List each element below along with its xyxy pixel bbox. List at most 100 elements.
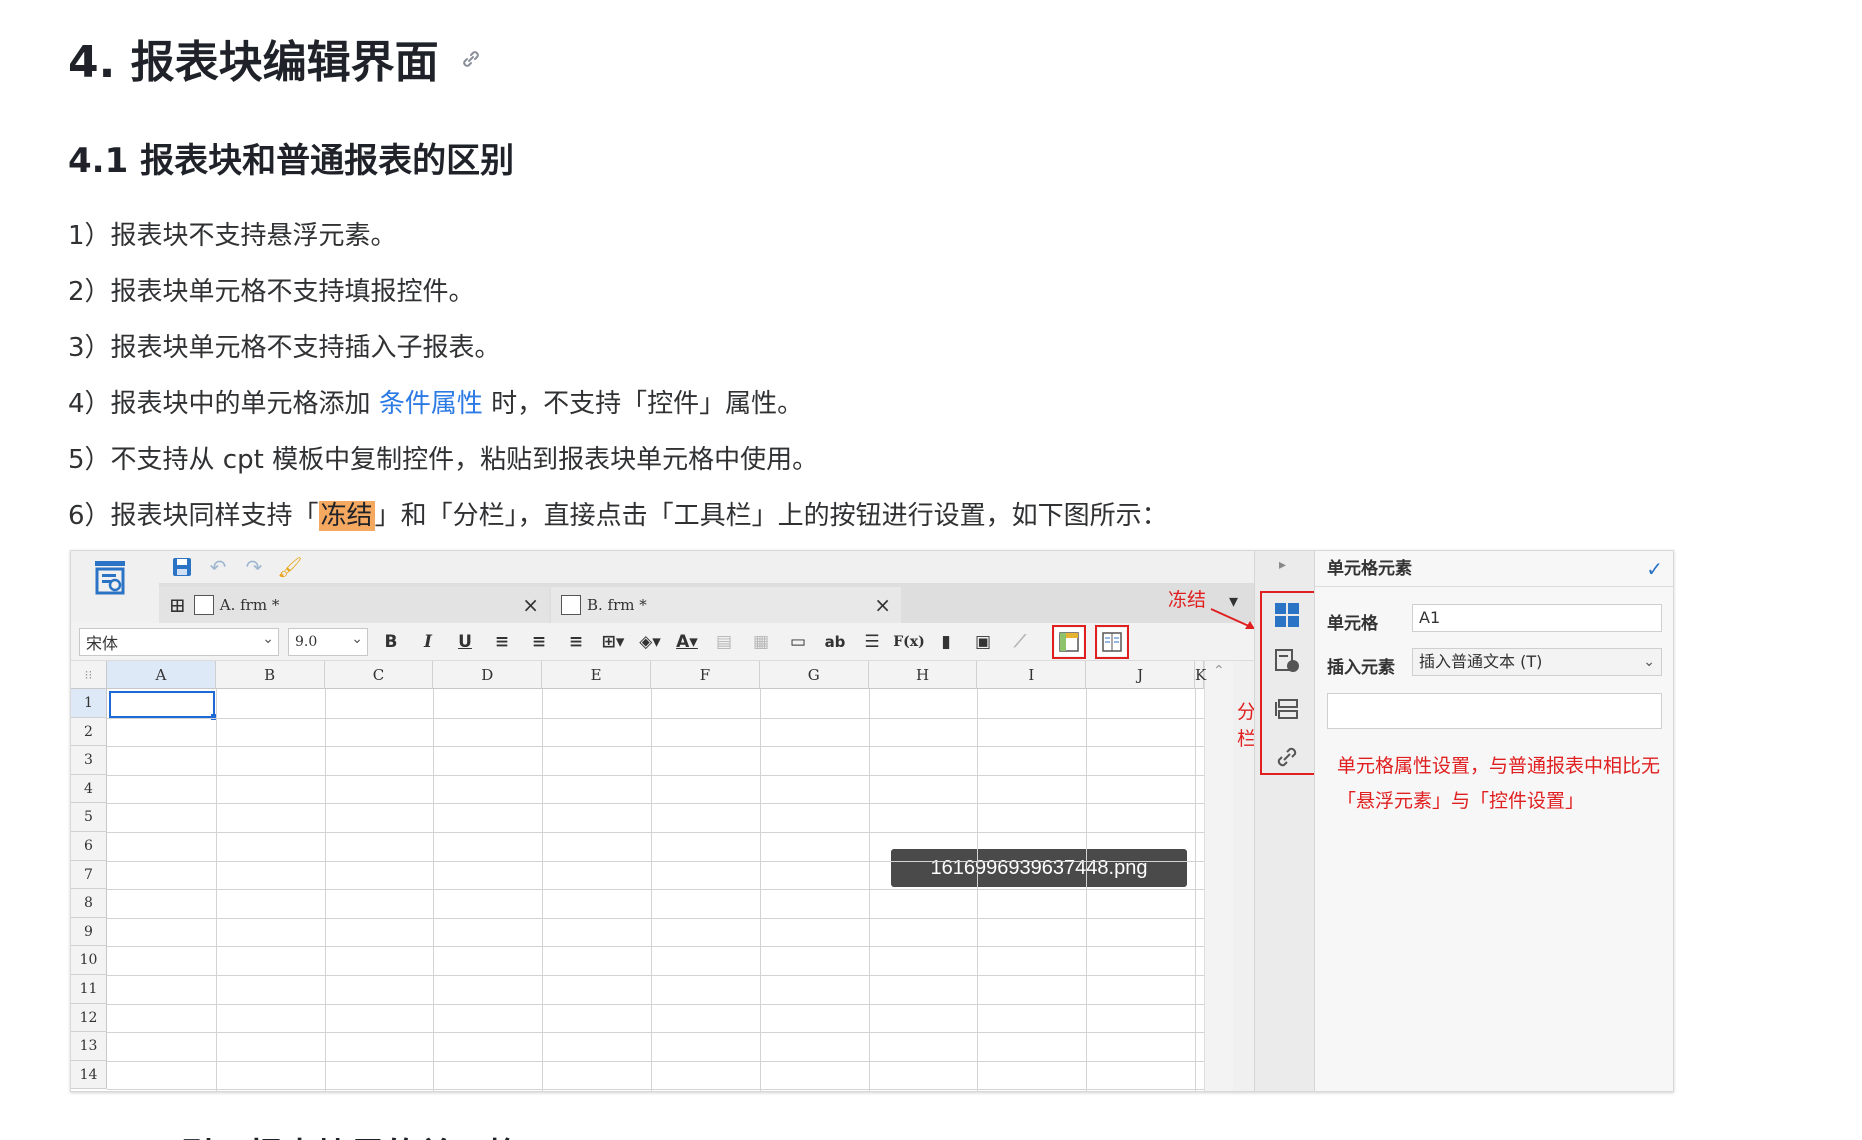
tab-b-frm[interactable]: B. frm * × bbox=[551, 587, 901, 623]
save-icon[interactable] bbox=[169, 554, 195, 580]
list-item: 3）报表块单元格不支持插入子报表。 bbox=[68, 333, 501, 363]
row-header[interactable]: 7 bbox=[71, 860, 107, 890]
chevron-down-icon: ⌄ bbox=[262, 630, 274, 647]
column-header[interactable]: F bbox=[651, 661, 760, 689]
spreadsheet-grid[interactable]: ⁝⁝ ⌃ 1616996939637448.png ABCDEFGHIJK123… bbox=[71, 661, 1233, 1091]
selected-cell-a1[interactable] bbox=[109, 691, 215, 718]
report-block-icon bbox=[95, 561, 125, 595]
font-family-select[interactable]: 宋体 ⌄ bbox=[79, 627, 279, 656]
column-header[interactable]: E bbox=[542, 661, 651, 689]
grid-line bbox=[107, 889, 1204, 891]
condition-attribute-link[interactable]: 条件属性 bbox=[379, 389, 483, 419]
designer-screenshot: ↶ ↷ 🖌 ⊞ A. frm * × B. frm * × ▾ 宋体 ⌄ 9.0… bbox=[70, 550, 1674, 1092]
underline-button[interactable]: U bbox=[451, 628, 479, 656]
row-header[interactable]: 10 bbox=[71, 946, 107, 975]
text-field-icon[interactable]: ▭ bbox=[784, 628, 812, 656]
link-icon[interactable] bbox=[459, 30, 483, 96]
list-item-text: 4）报表块中的单元格添加 bbox=[68, 389, 379, 419]
row-header[interactable]: 11 bbox=[71, 975, 107, 1004]
grid-line bbox=[107, 1089, 1204, 1091]
fill-color-icon[interactable]: ◈▾ bbox=[636, 628, 664, 656]
logo-area bbox=[71, 551, 159, 615]
panel-title: 单元格元素 ✓ bbox=[1315, 551, 1673, 587]
cell-label: 单元格 bbox=[1327, 614, 1378, 634]
pin-icon[interactable]: ✓ bbox=[1646, 551, 1663, 587]
formula-button[interactable]: F(x) bbox=[893, 628, 925, 656]
vertical-scrollbar[interactable]: ⌃ bbox=[1204, 661, 1233, 1091]
column-split-button[interactable] bbox=[1095, 624, 1129, 659]
brush-icon[interactable]: 🖌 bbox=[277, 554, 303, 580]
difference-list: 1）报表块不支持悬浮元素。 2）报表块单元格不支持填报控件。 3）报表块单元格不… bbox=[68, 208, 1768, 544]
cell-input[interactable]: A1 bbox=[1412, 604, 1662, 632]
row-header[interactable]: 8 bbox=[71, 889, 107, 918]
grid-line bbox=[107, 1003, 1204, 1005]
list-item: 4）报表块中的单元格添加 条件属性 时，不支持「控件」属性。 bbox=[68, 376, 1768, 432]
row-header[interactable]: 12 bbox=[71, 1003, 107, 1033]
close-icon[interactable]: × bbox=[874, 593, 891, 617]
column-header[interactable]: C bbox=[324, 661, 434, 689]
tab-label: A. frm * bbox=[219, 596, 280, 614]
row-header[interactable]: 6 bbox=[71, 832, 107, 861]
column-header[interactable]: I bbox=[977, 661, 1087, 689]
row-header[interactable]: 5 bbox=[71, 803, 107, 832]
list-item: 1）报表块不支持悬浮元素。 bbox=[68, 221, 397, 251]
row-header[interactable]: 4 bbox=[71, 774, 107, 804]
grid-line bbox=[107, 946, 1204, 948]
cell-attribute-icon[interactable] bbox=[1269, 643, 1305, 679]
list-item: 5）不支持从 cpt 模板中复制控件，粘贴到报表块单元格中使用。 bbox=[68, 445, 819, 475]
chevron-up-icon[interactable]: ⌃ bbox=[1213, 663, 1225, 679]
column-header[interactable]: B bbox=[215, 661, 325, 689]
hyperlink-icon[interactable] bbox=[1269, 739, 1305, 775]
font-size-select[interactable]: 9.0 ⌄ bbox=[288, 627, 368, 656]
widget-settings-icon[interactable] bbox=[1269, 691, 1305, 727]
column-header[interactable]: K bbox=[1195, 661, 1206, 689]
close-icon[interactable]: × bbox=[522, 593, 539, 617]
chevron-down-icon: ⌄ bbox=[351, 630, 363, 647]
content-text-area[interactable] bbox=[1327, 693, 1662, 729]
font-color-icon[interactable]: A▾ bbox=[673, 628, 701, 656]
grid-line bbox=[107, 860, 1204, 862]
list-item-text: 时，不支持「控件」属性。 bbox=[482, 389, 804, 419]
align-center-icon[interactable]: ≡ bbox=[525, 628, 553, 656]
collapse-arrow-icon[interactable]: ▸ bbox=[1279, 557, 1286, 573]
form-file-icon bbox=[561, 595, 581, 615]
image-icon[interactable]: ▣ bbox=[969, 628, 997, 656]
insert-element-select[interactable]: 插入普通文本 (T) ⌄ bbox=[1412, 648, 1662, 676]
undo-icon[interactable]: ↶ bbox=[205, 554, 231, 580]
freeze-button[interactable] bbox=[1052, 624, 1086, 659]
row-header[interactable]: 9 bbox=[71, 917, 107, 947]
page-title-text: 4. 报表块编辑界面 bbox=[68, 37, 439, 88]
italic-button[interactable]: I bbox=[414, 628, 442, 656]
merge-cell-icon[interactable]: ▤ bbox=[710, 628, 738, 656]
border-icon[interactable]: ⊞▾ bbox=[599, 628, 627, 656]
column-header[interactable]: A bbox=[107, 661, 216, 689]
column-header[interactable]: H bbox=[868, 661, 978, 689]
grid-line bbox=[107, 832, 1204, 833]
chart-icon[interactable]: ▮ bbox=[932, 628, 960, 656]
insert-text-button[interactable]: ab bbox=[821, 628, 849, 656]
row-header[interactable]: 14 bbox=[71, 1060, 107, 1090]
unmerge-cell-icon[interactable]: ▦ bbox=[747, 628, 775, 656]
column-header[interactable]: G bbox=[759, 661, 869, 689]
column-header[interactable]: D bbox=[433, 661, 543, 689]
grid-line bbox=[107, 1032, 1204, 1034]
row-header[interactable]: 13 bbox=[71, 1032, 107, 1061]
select-all-icon[interactable]: ⁝⁝ bbox=[71, 661, 107, 689]
row-header[interactable]: 2 bbox=[71, 717, 107, 747]
bold-button[interactable]: B bbox=[377, 628, 405, 656]
row-header[interactable]: 1 bbox=[71, 689, 107, 718]
grid-icon: ⊞ bbox=[169, 593, 186, 617]
align-left-icon[interactable]: ≡ bbox=[488, 628, 516, 656]
slash-icon[interactable]: ⟋ bbox=[1006, 628, 1034, 656]
paragraph-icon[interactable]: ☰ bbox=[858, 628, 886, 656]
designer-main: ↶ ↷ 🖌 ⊞ A. frm * × B. frm * × ▾ 宋体 ⌄ 9.0… bbox=[71, 551, 1285, 1091]
column-header[interactable]: J bbox=[1086, 661, 1195, 689]
redo-icon[interactable]: ↷ bbox=[241, 554, 267, 580]
insert-element-value: 插入普通文本 (T) bbox=[1419, 652, 1543, 671]
tab-a-frm[interactable]: ⊞ A. frm * × bbox=[159, 587, 549, 623]
form-file-icon bbox=[193, 595, 214, 615]
row-header[interactable]: 3 bbox=[71, 746, 107, 775]
document-body: 4. 报表块编辑界面 4.1 报表块和普通报表的区别 1）报表块不支持悬浮元素。… bbox=[68, 30, 1768, 544]
align-right-icon[interactable]: ≡ bbox=[562, 628, 590, 656]
cell-element-icon[interactable] bbox=[1269, 597, 1305, 633]
